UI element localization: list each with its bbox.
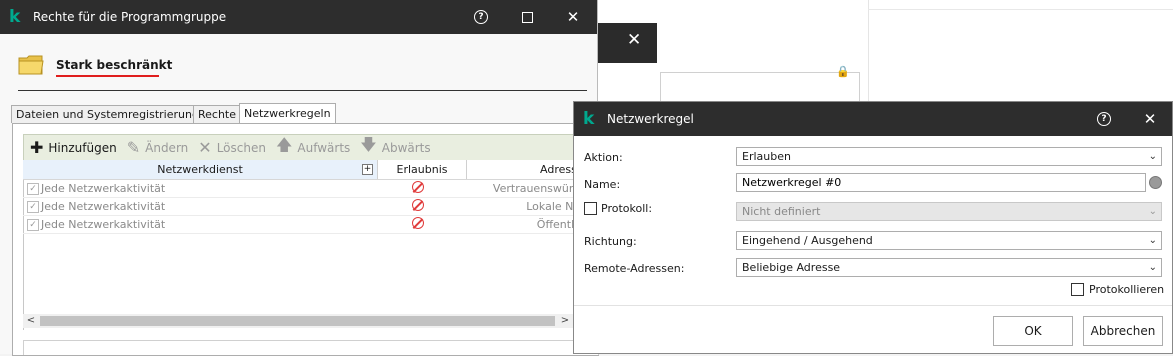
log-checkbox[interactable]	[1071, 283, 1084, 296]
globe-icon	[1149, 176, 1162, 189]
help-icon: ?	[474, 10, 488, 24]
down-label: Abwärts	[381, 140, 431, 155]
tab-network-rules[interactable]: Netzwerkregeln	[239, 103, 336, 124]
name-field[interactable]	[736, 173, 1146, 192]
edit-label: Ändern	[145, 140, 189, 155]
pencil-icon: ✎	[126, 138, 141, 157]
column-header-permission[interactable]: Erlaubnis	[378, 160, 467, 179]
maximize-button[interactable]	[507, 0, 547, 34]
row-service: Jede Netzwerkaktivität	[41, 182, 166, 195]
scrollbar-thumb[interactable]	[40, 316, 555, 326]
remote-address-label: Remote-Adressen:	[584, 262, 685, 275]
title-bar: k Rechte für die Programmgruppe ? ✕	[0, 0, 597, 34]
kaspersky-logo-icon: k	[9, 7, 21, 27]
table-row[interactable]: ✓ Jede Netzwerkaktivität Lokale Netze	[23, 198, 597, 216]
chevron-down-icon: ⌄	[1148, 262, 1157, 273]
row-service: Jede Netzwerkaktivität	[41, 218, 166, 231]
direction-label: Richtung:	[584, 235, 637, 248]
log-label: Protokollieren	[1089, 283, 1165, 296]
close-icon: ✕	[566, 8, 580, 26]
close-icon: ✕	[1143, 110, 1157, 128]
kaspersky-logo-icon: k	[583, 109, 595, 129]
delete-label: Löschen	[216, 140, 266, 155]
row-service: Jede Netzwerkaktivität	[41, 200, 166, 213]
deny-icon	[412, 199, 424, 211]
name-label: Name:	[584, 178, 621, 191]
title-bar: k Netzwerkregel ? ✕	[574, 102, 1172, 136]
action-label: Aktion:	[584, 151, 623, 164]
direction-select[interactable]: Eingehend / Ausgehend ⌄	[736, 231, 1162, 250]
ok-button[interactable]: OK	[993, 316, 1073, 346]
row-checkbox[interactable]: ✓	[27, 201, 39, 213]
close-button[interactable]: ✕	[553, 0, 593, 34]
add-label: Hinzufügen	[48, 140, 117, 155]
chevron-down-icon: ⌄	[1148, 235, 1157, 246]
action-value: Erlauben	[742, 150, 791, 163]
chevron-down-icon: ⌄	[1148, 151, 1157, 162]
protocol-select[interactable]: Nicht definiert ⌄	[736, 202, 1162, 221]
table-row[interactable]: ✓ Jede Netzwerkaktivität Öffentliche	[23, 216, 597, 234]
details-panel	[23, 340, 599, 355]
lock-icon: 🔒	[836, 65, 850, 78]
help-button[interactable]: ?	[461, 0, 501, 34]
deny-icon	[412, 181, 424, 193]
divider	[574, 305, 1172, 306]
scroll-right-icon[interactable]: >	[557, 314, 573, 328]
folder-icon	[18, 55, 44, 75]
name-underline	[56, 75, 159, 77]
maximize-icon	[521, 11, 533, 23]
table-row[interactable]: ✓ Jede Netzwerkaktivität Vertrauenswürdi…	[23, 180, 597, 198]
protocol-value: Nicht definiert	[742, 205, 821, 218]
direction-value: Eingehend / Ausgehend	[742, 234, 873, 247]
chevron-down-icon: ⌄	[1148, 206, 1157, 217]
program-group-rights-window: k Rechte für die Programmgruppe ? ✕ Star…	[0, 0, 599, 356]
arrow-up-icon: 🡅	[275, 135, 293, 154]
scroll-left-icon[interactable]: <	[23, 314, 39, 328]
window-title: Rechte für die Programmgruppe	[33, 10, 227, 24]
network-rule-dialog: k Netzwerkregel ? ✕ Aktion: Erlauben ⌄ Na…	[573, 101, 1173, 354]
row-checkbox[interactable]: ✓	[27, 183, 39, 195]
divider	[868, 9, 1173, 10]
delete-x-icon: ✕	[198, 138, 212, 157]
action-select[interactable]: Erlauben ⌄	[736, 147, 1162, 166]
move-up-button[interactable]: 🡅 Aufwärts	[276, 134, 350, 161]
deny-icon	[412, 217, 424, 229]
delete-button[interactable]: ✕ Löschen	[198, 138, 266, 157]
edit-button[interactable]: ✎ Ändern	[127, 138, 189, 157]
dialog-title: Netzwerkregel	[607, 112, 694, 126]
expand-column-icon[interactable]: +	[362, 164, 373, 175]
row-checkbox[interactable]: ✓	[27, 219, 39, 231]
protocol-checkbox[interactable]	[584, 202, 597, 215]
move-down-button[interactable]: 🡇 Abwärts	[360, 134, 430, 161]
remote-address-select[interactable]: Beliebige Adresse ⌄	[736, 258, 1162, 277]
tab-rights[interactable]: Rechte	[193, 105, 242, 123]
arrow-down-icon: 🡇	[360, 135, 377, 154]
help-button[interactable]: ?	[1084, 102, 1124, 136]
cancel-button[interactable]: Abbrechen	[1083, 316, 1163, 346]
add-button[interactable]: ✚ Hinzufügen	[30, 138, 117, 157]
protocol-label: Protokoll:	[601, 202, 653, 215]
background-panel	[660, 72, 860, 104]
help-icon: ?	[1097, 112, 1111, 126]
rules-toolbar: ✚ Hinzufügen ✎ Ändern ✕ Löschen 🡅 Aufwärts 🡇…	[23, 134, 599, 161]
column-header-service[interactable]: Netzwerkdienst	[23, 160, 378, 179]
remote-address-value: Beliebige Adresse	[742, 261, 841, 274]
separator	[18, 90, 587, 91]
table-header: Netzwerkdienst + Erlaubnis Adresse	[23, 160, 597, 180]
up-label: Aufwärts	[297, 140, 351, 155]
plus-icon: ✚	[30, 138, 44, 157]
tab-files-registry[interactable]: Dateien und Systemregistrierung	[11, 105, 204, 123]
close-button[interactable]: ✕	[1130, 102, 1170, 136]
background-close-icon[interactable]: ✕	[627, 30, 647, 56]
group-name: Stark beschränkt	[56, 58, 173, 72]
